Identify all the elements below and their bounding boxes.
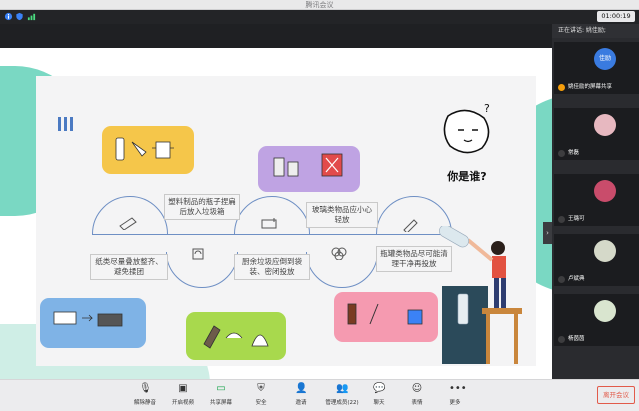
unmute-button[interactable]: 🎙 解除静音 xyxy=(128,383,162,409)
topic-glass: 玻璃类物品应小心轻放 xyxy=(306,202,378,228)
glass-circles-icon xyxy=(331,247,347,260)
screen-share-icon: ▭ xyxy=(216,383,226,394)
participant-name: 王璐可 xyxy=(558,215,585,224)
window-title: 腾讯会议 xyxy=(305,1,334,9)
topic-kitchen: 厨余垃圾应倒到袋装、密闭投放 xyxy=(234,254,310,280)
reactions-button[interactable]: ☺ 表情 xyxy=(400,383,434,409)
invite-icon: 👤 xyxy=(295,383,308,394)
invite-button[interactable]: 👤 邀请 xyxy=(284,383,318,409)
more-button[interactable]: ••• 更多 xyxy=(438,383,472,409)
panel-collapse-handle[interactable]: › xyxy=(543,222,552,244)
shared-screen-stage: ? 你是谁? 塑料制品的瓶子捏扁后放入垃圾箱 玻璃类物品应小心轻放 纸类尽量叠放… xyxy=(0,24,552,379)
video-off-icon: ▣ xyxy=(178,383,188,394)
pen-icon xyxy=(403,219,418,232)
info-icon[interactable] xyxy=(4,12,13,21)
slide-canvas: ? 你是谁? 塑料制品的瓶子捏扁后放入垃圾箱 玻璃类物品应小心轻放 纸类尽量叠放… xyxy=(36,76,536,366)
plastic-bottles-illustration xyxy=(102,126,194,174)
food-box-icon xyxy=(261,218,277,229)
security-button[interactable]: ⛨ 安全 xyxy=(244,383,278,409)
avatar xyxy=(594,180,616,202)
top-toolbar xyxy=(0,10,639,24)
security-shield-icon[interactable] xyxy=(15,12,24,21)
participant-tile[interactable]: 杨茵茵 xyxy=(554,294,639,346)
participant-tile[interactable]: 佳励 姚佳励的屏幕共享 xyxy=(554,42,639,94)
question-text: 你是谁? xyxy=(447,170,487,183)
paper-icon xyxy=(119,217,137,230)
members-icon: 👥 xyxy=(336,383,349,394)
participant-name: 卢斌典 xyxy=(558,275,585,284)
meeting-timer: 01:00:19 xyxy=(597,11,635,22)
participant-tile[interactable]: 王璐可 xyxy=(554,174,639,226)
svg-text:?: ? xyxy=(484,102,490,115)
signal-icon xyxy=(27,13,36,21)
chat-icon: 💬 xyxy=(373,383,386,394)
glass-items-illustration xyxy=(258,146,360,192)
share-screen-button[interactable]: ▭ 共享屏幕 xyxy=(204,383,238,409)
avatar: 佳励 xyxy=(594,48,616,70)
stage-top-strip xyxy=(0,24,552,48)
food-waste-sketch-icon xyxy=(203,325,269,349)
start-video-button[interactable]: ▣ 开启视频 xyxy=(166,383,200,409)
glass-sketch-icon xyxy=(273,153,343,177)
manage-members-button[interactable]: 👥 管理成员(22) xyxy=(322,383,362,409)
chat-button[interactable]: 💬 聊天 xyxy=(362,383,396,409)
bottle-sketch-icon xyxy=(115,137,174,161)
kitchen-waste-illustration xyxy=(186,312,286,360)
person-holding-bottle-icon xyxy=(439,226,522,364)
emoji-icon: ☺ xyxy=(411,383,423,394)
thinking-character-icon: ? xyxy=(443,102,490,154)
participant-tile[interactable]: 常磊 xyxy=(554,108,639,160)
menu-bars-icon xyxy=(58,117,73,131)
more-icon: ••• xyxy=(449,383,467,394)
participant-name: 姚佳励的屏幕共享 xyxy=(558,83,612,92)
paper-sketch-icon xyxy=(53,311,123,327)
participant-tile[interactable]: 卢斌典 xyxy=(554,234,639,286)
topic-paper: 纸类尽量叠放整齐、避免揉团 xyxy=(90,254,168,280)
avatar xyxy=(594,114,616,136)
leave-meeting-button[interactable]: 离开会议 xyxy=(597,386,635,404)
recycle-bin-icon xyxy=(192,248,204,260)
mic-off-icon: 🎙 xyxy=(139,383,152,394)
bottle-cans-illustration xyxy=(334,292,438,342)
cans-sketch-icon xyxy=(347,303,423,325)
participants-panel: 正在讲话: 姚佳励; 佳励 姚佳励的屏幕共享 常磊 王璐可 卢斌典 杨茵茵 xyxy=(552,24,639,379)
window-titlebar: 腾讯会议 xyxy=(0,0,639,10)
paper-items-illustration xyxy=(40,298,146,348)
divider-line xyxy=(92,234,452,235)
participant-name: 杨茵茵 xyxy=(558,335,585,344)
avatar xyxy=(594,240,616,262)
participant-name: 常磊 xyxy=(558,149,579,158)
topic-plastic: 塑料制品的瓶子捏扁后放入垃圾箱 xyxy=(164,194,240,220)
meeting-control-bar: 🎙 解除静音 ▣ 开启视频 ▭ 共享屏幕 ⛨ 安全 👤 邀请 👥 管理成员(22… xyxy=(0,379,639,411)
shield-icon: ⛨ xyxy=(257,383,265,394)
speaking-indicator: 正在讲话: 姚佳励; xyxy=(552,24,639,38)
avatar xyxy=(594,300,616,322)
